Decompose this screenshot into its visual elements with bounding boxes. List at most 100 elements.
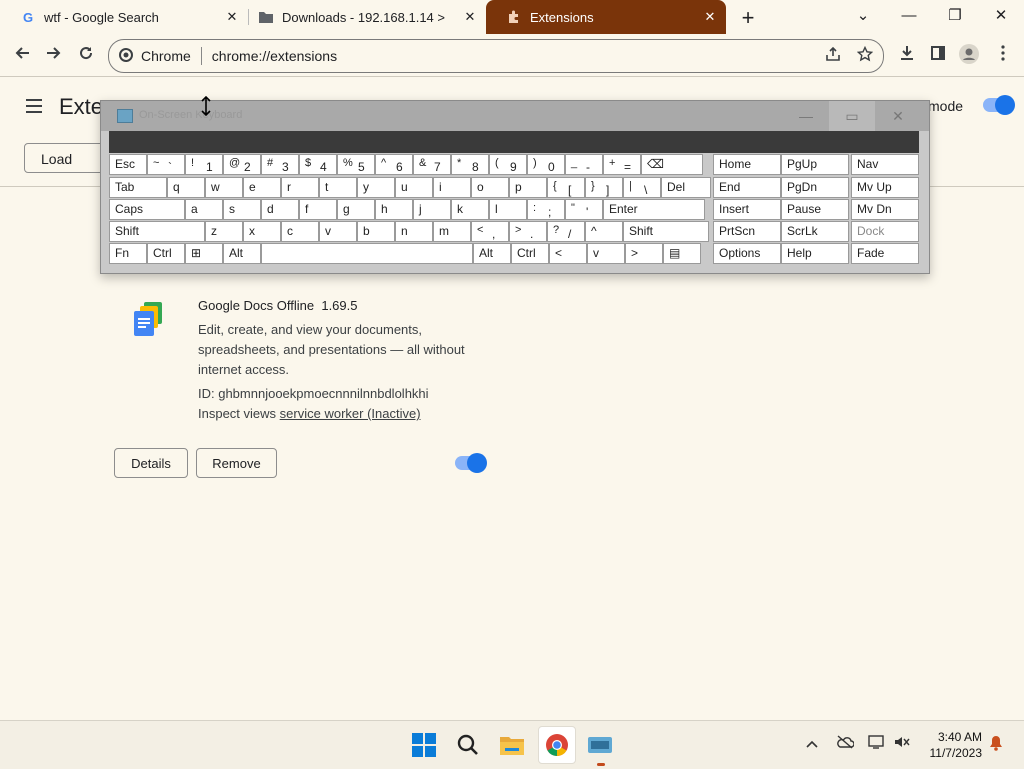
service-worker-link[interactable]: service worker (Inactive) [280,406,421,421]
key-9[interactable]: (9 [489,154,527,175]
minimize-window-button[interactable]: — [897,4,921,28]
key-down-arrow[interactable]: v [587,243,625,264]
forward-arrow-icon[interactable] [43,44,65,66]
key-dock[interactable]: Dock [851,221,919,242]
clock[interactable]: 3:40 AM 11/7/2023 [920,729,983,761]
key-mv-dn[interactable]: Mv Dn [851,199,919,220]
restore-window-button[interactable]: ❐ [943,4,967,28]
downloads-icon[interactable] [896,44,918,66]
profile-avatar-icon[interactable] [958,44,980,66]
key-w[interactable]: w [205,177,243,198]
key-menu[interactable]: ▤ [663,243,701,264]
key-0[interactable]: ) 0 [527,154,565,175]
tab-downloads[interactable]: Downloads - 192.168.1.14 > Do ✕ [238,0,486,34]
key-rbracket[interactable]: }] [585,177,623,198]
key-n[interactable]: n [395,221,433,242]
key-r[interactable]: r [281,177,319,198]
site-info-chip[interactable]: Chrome [109,47,191,65]
key-8[interactable]: * 8 [451,154,489,175]
key-d[interactable]: d [261,199,299,220]
key-z[interactable]: z [205,221,243,242]
key-l[interactable]: l [489,199,527,220]
key-tilde[interactable]: ~ ` [147,154,185,175]
details-button[interactable]: Details [114,448,188,478]
bookmark-star-icon[interactable] [856,45,874,66]
key-caps[interactable]: Caps [109,199,185,220]
key-comma[interactable]: <, [471,221,509,242]
key-i[interactable]: i [433,177,471,198]
key-quote[interactable]: " ' [565,199,603,220]
key-3[interactable]: #3 [261,154,299,175]
share-icon[interactable] [825,46,841,66]
key-ctrl-right[interactable]: Ctrl [511,243,549,264]
on-screen-keyboard-icon[interactable] [584,729,616,761]
key-enter[interactable]: Enter [603,199,705,220]
key-minus[interactable]: _ - [565,154,603,175]
key-space[interactable] [261,243,473,264]
tab-extensions[interactable]: Extensions ✕ [486,0,726,34]
key-k[interactable]: k [451,199,489,220]
key-s[interactable]: s [223,199,261,220]
key-del[interactable]: Del [661,177,711,198]
key-q[interactable]: q [167,177,205,198]
key-fade[interactable]: Fade [851,243,919,264]
key-up-arrow[interactable]: ^ [585,221,623,242]
key-slash[interactable]: ? / [547,221,585,242]
key-5[interactable]: % 5 [337,154,375,175]
key-p[interactable]: p [509,177,547,198]
tab-search-icon[interactable]: ⌄ [851,4,875,28]
developer-mode-toggle[interactable] [983,95,1015,115]
key-shift-right[interactable]: Shift [623,221,709,242]
network-icon[interactable] [868,735,886,752]
volume-muted-icon[interactable] [894,735,910,752]
key-4[interactable]: $4 [299,154,337,175]
key-left-arrow[interactable]: < [549,243,587,264]
search-icon[interactable] [452,729,484,761]
key-j[interactable]: j [413,199,451,220]
key-h[interactable]: h [375,199,413,220]
key-a[interactable]: a [185,199,223,220]
side-panel-icon[interactable] [927,44,949,66]
close-window-button[interactable]: ✕ [989,4,1013,28]
key-u[interactable]: u [395,177,433,198]
key-nav[interactable]: Nav [851,154,919,175]
key-windows[interactable]: ⊞ [185,243,223,264]
key-options[interactable]: Options [713,243,781,264]
key-fn[interactable]: Fn [109,243,147,264]
key-ctrl-left[interactable]: Ctrl [147,243,185,264]
key-tab[interactable]: Tab [109,177,167,198]
osk-title-bar[interactable]: On-Screen Keyboard — ▭ ✕ [101,101,929,131]
key-prtscn[interactable]: PrtScn [713,221,781,242]
key-c[interactable]: c [281,221,319,242]
key-mv-up[interactable]: Mv Up [851,177,919,198]
reload-icon[interactable] [75,44,97,66]
extension-enable-toggle[interactable] [455,453,487,473]
tab-google-search[interactable]: G wtf - Google Search ✕ [0,0,248,34]
key-g[interactable]: g [337,199,375,220]
key-help[interactable]: Help [781,243,849,264]
key-2[interactable]: @2 [223,154,261,175]
key-o[interactable]: o [471,177,509,198]
key-end[interactable]: End [713,177,781,198]
close-tab-icon[interactable]: ✕ [462,9,478,25]
address-bar[interactable]: Chrome chrome://extensions [108,39,884,73]
new-tab-button[interactable]: + [738,5,758,31]
key-semicolon[interactable]: :; [527,199,565,220]
close-tab-icon[interactable]: ✕ [702,9,718,25]
hamburger-menu-icon[interactable] [26,96,42,119]
chevron-up-icon[interactable] [806,735,818,751]
key-esc[interactable]: Esc [109,154,147,175]
key-6[interactable]: ^ 6 [375,154,413,175]
key-m[interactable]: m [433,221,471,242]
chrome-icon[interactable] [538,726,576,764]
key-y[interactable]: y [357,177,395,198]
osk-close-button[interactable]: ✕ [875,101,921,131]
key-pgup[interactable]: PgUp [781,154,849,175]
key-b[interactable]: b [357,221,395,242]
key-insert[interactable]: Insert [713,199,781,220]
notification-bell-icon[interactable] [989,735,1003,754]
key-period[interactable]: >. [509,221,547,242]
key-alt-right[interactable]: Alt [473,243,511,264]
key-equals[interactable]: + = [603,154,641,175]
key-scrlk[interactable]: ScrLk [781,221,849,242]
